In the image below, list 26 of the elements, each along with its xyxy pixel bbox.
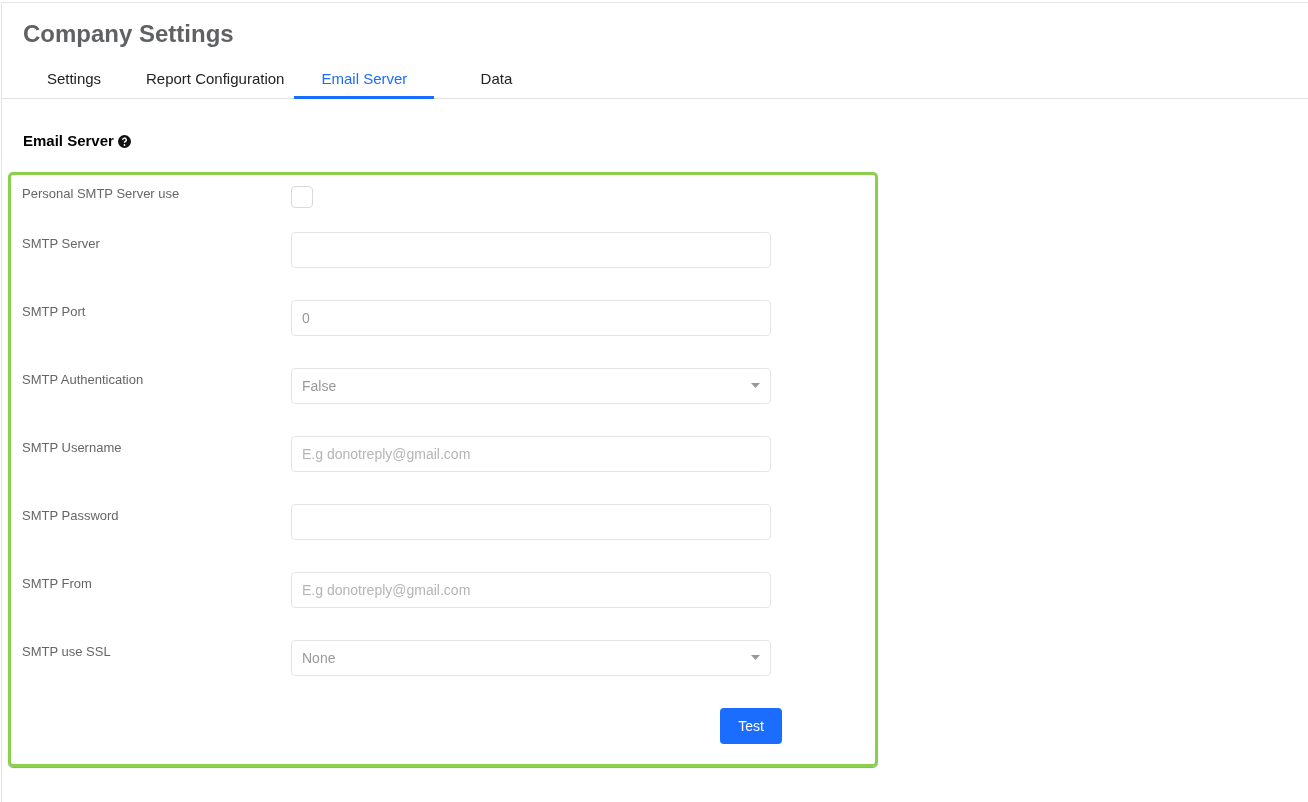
input-field[interactable]: E.g donotreply@gmail.com: [291, 571, 771, 608]
input-field[interactable]: E.g donotreply@gmail.com: [291, 435, 771, 472]
page-title: Company Settings: [23, 19, 235, 49]
input-field[interactable]: [291, 503, 771, 540]
field-label: SMTP use SSL: [22, 642, 112, 661]
help-icon[interactable]: [117, 134, 131, 148]
field-label: SMTP Password: [22, 506, 120, 525]
field-label: SMTP Username: [22, 438, 123, 457]
input-field[interactable]: 0: [291, 299, 771, 336]
test-button[interactable]: Test: [720, 707, 782, 744]
select-field[interactable]: None: [291, 639, 771, 676]
tab[interactable]: Settings: [12, 63, 136, 99]
select-field[interactable]: False: [291, 367, 771, 404]
checkbox[interactable]: [291, 185, 313, 208]
tab[interactable]: Email Server: [294, 63, 435, 99]
caret-icon: [751, 655, 760, 660]
field-label: SMTP Server: [22, 234, 101, 253]
tab[interactable]: Report Configuration: [136, 63, 295, 99]
field-label: SMTP From: [22, 574, 93, 593]
input-field[interactable]: [291, 231, 771, 268]
field-label: Personal SMTP Server use: [22, 184, 181, 203]
field-label: SMTP Port: [22, 302, 87, 321]
tab[interactable]: Data: [434, 63, 559, 99]
field-label: SMTP Authentication: [22, 370, 145, 389]
caret-icon: [751, 383, 760, 388]
section-title: Email Server: [23, 131, 114, 151]
